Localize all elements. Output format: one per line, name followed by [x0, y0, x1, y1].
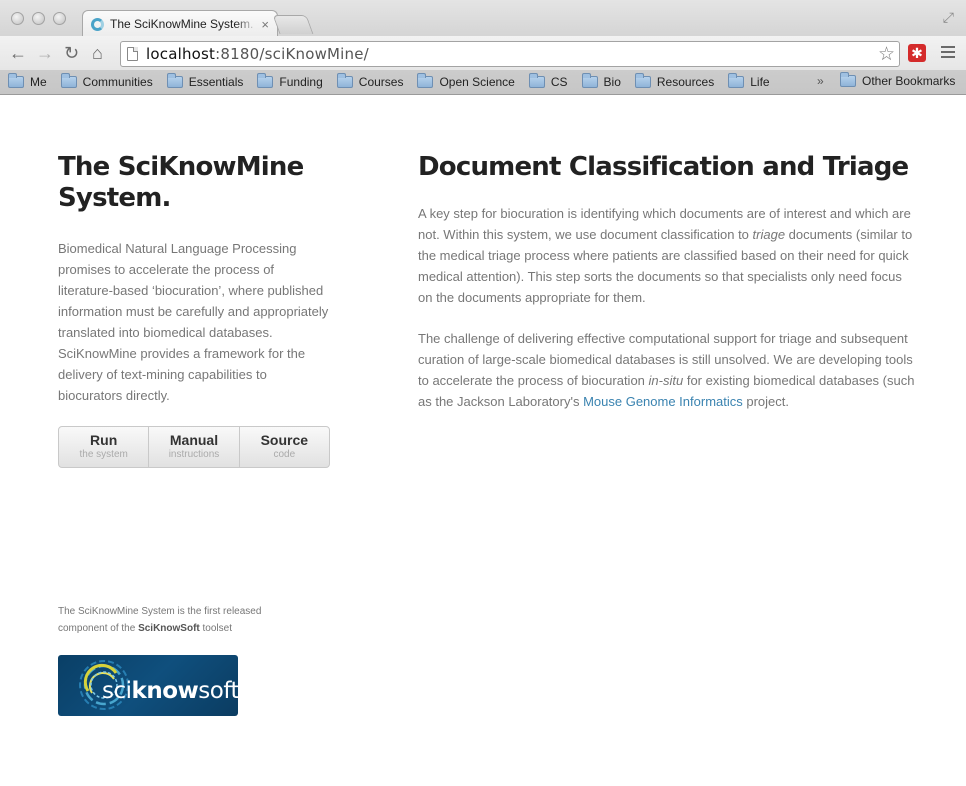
bookmark-label: Life [750, 75, 770, 89]
site-title-line1: The SciKnowMine [58, 152, 304, 182]
bookmark-cs[interactable]: CS [528, 73, 568, 89]
footer-text-end: toolset [199, 623, 232, 634]
bookmark-label: Me [30, 75, 47, 89]
other-bookmarks[interactable]: Other Bookmarks [840, 72, 956, 88]
folder-icon [581, 73, 598, 88]
p2-emphasis: in-situ [648, 373, 684, 388]
folder-icon [336, 73, 353, 88]
footer-toolset-name: SciKnowSoft [138, 623, 200, 634]
folder-icon [8, 73, 24, 88]
source-button-label: Source [260, 432, 309, 448]
bookmark-open-science[interactable]: Open Science [417, 73, 515, 89]
bookmark-star-icon[interactable]: ☆ [878, 43, 895, 66]
bookmark-bio[interactable]: Bio [581, 73, 621, 89]
address-bar[interactable]: localhost:8180/sciKnowMine/ ☆ [120, 41, 900, 67]
run-button-sublabel: the system [79, 449, 128, 460]
toolbar: ← → ↻ ⌂ localhost:8180/sciKnowMine/ ☆ ✱ [0, 36, 966, 70]
folder-icon [728, 73, 745, 88]
action-button-group: Run the system Manual instructions Sourc… [58, 426, 330, 468]
site-title-line2: System. [58, 183, 171, 213]
tab-close-icon[interactable]: × [261, 17, 269, 32]
bookmark-label: Other Bookmarks [862, 74, 956, 88]
p1-emphasis: triage [752, 227, 786, 242]
bookmark-funding[interactable]: Funding [257, 73, 323, 89]
bookmark-communities[interactable]: Communities [60, 73, 153, 89]
mgi-link[interactable]: Mouse Genome Informatics [583, 394, 743, 409]
url-path: :8180/sciKnowMine/ [215, 45, 369, 63]
tab-strip: The SciKnowMine System. × ⤢ [0, 0, 966, 37]
folder-icon [840, 72, 856, 87]
close-window-icon[interactable] [11, 12, 24, 25]
home-icon[interactable]: ⌂ [92, 43, 103, 63]
sciknowsoft-logo[interactable]: sciknowsoft [58, 655, 238, 716]
back-icon[interactable]: ← [9, 43, 27, 63]
logo-text: sciknowsoft [102, 678, 238, 704]
bookmarks-overflow-icon[interactable]: » [817, 74, 824, 88]
manual-button-sublabel: instructions [168, 449, 220, 460]
bookmark-label: Open Science [439, 75, 515, 89]
bookmark-label: CS [550, 75, 568, 89]
tab-title: The SciKnowMine System. [110, 17, 254, 31]
forward-icon[interactable]: → [36, 43, 54, 63]
logo-text-soft: soft [198, 678, 238, 704]
bookmark-label: Communities [82, 75, 153, 89]
main-content: Document Classification and Triage A key… [418, 152, 918, 412]
bookmark-label: Essentials [188, 75, 244, 89]
bookmark-label: Courses [358, 75, 404, 89]
logo-text-sci: sci [102, 678, 132, 704]
bookmark-resources[interactable]: Resources [634, 73, 715, 89]
sidebar: The SciKnowMine System. Biomedical Natur… [58, 152, 330, 468]
bookmark-label: Resources [656, 75, 715, 89]
folder-icon [634, 73, 651, 88]
browser-chrome: The SciKnowMine System. × ⤢ ← → ↻ ⌂ loca… [0, 0, 966, 95]
folder-icon [257, 73, 274, 88]
logo-text-know: know [131, 678, 199, 704]
bookmark-essentials[interactable]: Essentials [166, 73, 244, 89]
folder-icon [166, 73, 183, 88]
bookmark-me[interactable]: Me [8, 73, 47, 89]
intro-text: Biomedical Natural Language Processing p… [58, 241, 329, 403]
favicon-icon [91, 17, 104, 31]
paragraph-2: The challenge of delivering effective co… [418, 328, 918, 412]
source-button-sublabel: code [273, 449, 296, 460]
minimize-window-icon[interactable] [32, 12, 45, 25]
reload-icon[interactable]: ↻ [64, 43, 79, 63]
bookmark-label: Funding [279, 75, 323, 89]
section-heading: Document Classification and Triage [418, 152, 909, 182]
source-button[interactable]: Source code [240, 427, 329, 467]
menu-icon[interactable] [941, 46, 955, 61]
fullscreen-icon[interactable]: ⤢ [943, 9, 954, 26]
bookmark-life[interactable]: Life [728, 73, 770, 89]
footer-note: The SciKnowMine System is the first rele… [58, 603, 298, 637]
tab-active[interactable]: The SciKnowMine System. × [82, 10, 278, 37]
url-text: localhost:8180/sciKnowMine/ [146, 45, 369, 63]
extension-icon[interactable]: ✱ [908, 44, 926, 62]
folder-icon [60, 73, 77, 88]
zoom-window-icon[interactable] [53, 12, 66, 25]
page-icon [127, 47, 138, 61]
site-title: The SciKnowMine System. [58, 152, 330, 214]
folder-icon [417, 73, 434, 88]
bookmark-label: Bio [603, 75, 621, 89]
manual-button-label: Manual [169, 432, 219, 448]
bookmark-courses[interactable]: Courses [336, 73, 404, 89]
new-tab-button[interactable] [272, 15, 314, 34]
url-host: localhost [146, 45, 216, 63]
folder-icon [528, 73, 545, 88]
run-button-label: Run [90, 432, 118, 448]
paragraph-1: A key step for biocuration is identifyin… [418, 203, 918, 308]
manual-button[interactable]: Manual instructions [149, 427, 240, 467]
p2-text-end: project. [742, 394, 790, 409]
run-button[interactable]: Run the system [59, 427, 150, 467]
